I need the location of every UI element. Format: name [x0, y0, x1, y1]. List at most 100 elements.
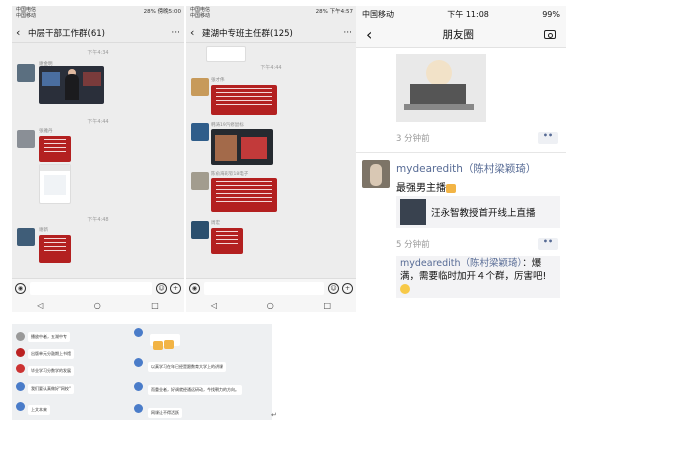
avatar [134, 328, 143, 337]
article-card[interactable] [39, 136, 71, 162]
avatar [17, 64, 35, 82]
article-card[interactable] [211, 178, 277, 212]
recent-nav-icon[interactable]: □ [151, 301, 159, 310]
home-nav-icon[interactable]: ○ [94, 301, 101, 310]
avatar [16, 332, 25, 341]
back-icon[interactable]: ‹ [16, 26, 26, 39]
status-right: 28% 下午4:57 [315, 9, 353, 15]
input-bar: ◉ ☺ + [186, 278, 356, 298]
thumbs-up-icon [153, 340, 163, 350]
chat-bubble: 以真学习在年已经是跟数育大学上的讲课 [148, 362, 226, 372]
author-name[interactable]: mydearedith（陈村梁颖琦） [396, 161, 536, 176]
thumbs-up-icon [164, 340, 174, 349]
plus-icon[interactable]: + [342, 283, 353, 294]
sender-name: 张才伟 [211, 78, 225, 83]
more-icon[interactable]: ··· [171, 28, 180, 38]
chat-bubble: 我们要认真做好"网校" [28, 384, 74, 394]
sender-name: 陈俞海彩钦18电子 [211, 172, 249, 177]
clock: 下午 11:08 [447, 9, 489, 19]
more-actions-button[interactable]: •• [538, 238, 558, 250]
back-icon[interactable]: ‹ [366, 25, 372, 44]
avatar[interactable] [362, 160, 390, 188]
link-thumbnail [400, 199, 426, 225]
ios-status-bar: 中国移动 下午 11:08 99% [356, 6, 566, 22]
chat-title: 中层干部工作群(61) [28, 28, 105, 39]
moments-header: ‹ 朋友圈 [356, 22, 566, 48]
video-message[interactable] [39, 66, 104, 104]
thumbs-up-icon [446, 183, 456, 193]
post-time: 5 分钟前 [396, 240, 430, 250]
screenshot-message[interactable] [206, 46, 246, 62]
smile-emoji-icon [400, 283, 410, 294]
plus-icon[interactable]: + [170, 283, 181, 294]
battery: 99% [542, 9, 560, 19]
image-message[interactable] [211, 129, 273, 165]
avatar [134, 404, 143, 413]
link-title: 汪永智教授首开线上直播 [431, 208, 536, 219]
article-card[interactable] [211, 85, 277, 115]
more-actions-button[interactable]: •• [538, 132, 558, 144]
avatar [191, 78, 209, 96]
android-nav-bar: ◁ ○ □ [12, 298, 184, 312]
avatar [191, 172, 209, 190]
avatar [134, 358, 143, 367]
shared-link-card[interactable]: 汪永智教授首开线上直播 [396, 196, 560, 228]
article-card[interactable] [211, 228, 243, 254]
sender-name: 张雅丹 [39, 129, 53, 134]
recent-nav-icon[interactable]: □ [324, 301, 332, 310]
voice-icon[interactable]: ◉ [15, 283, 26, 294]
emoji-icon[interactable]: ☺ [156, 283, 167, 294]
message-input[interactable] [204, 282, 324, 295]
sender-name: 谢新 [39, 228, 48, 233]
chat-bubble: 上文本来 [28, 405, 50, 415]
back-nav-icon[interactable]: ◁ [37, 301, 43, 310]
chat-bubble: 毕业学习分数学的发展 [28, 366, 74, 376]
avatar [191, 123, 209, 141]
avatar [16, 364, 25, 373]
more-icon[interactable]: ··· [343, 28, 352, 38]
timestamp: 下午4:44 [87, 119, 109, 125]
article-card[interactable] [39, 235, 71, 263]
camera-icon[interactable] [544, 30, 556, 39]
post-time: 3 分钟前 [396, 134, 430, 144]
carrier: 中国移动 [362, 9, 394, 19]
status-right: 28% 傍晚5:00 [143, 9, 181, 15]
voice-icon[interactable]: ◉ [189, 283, 200, 294]
sticker-image[interactable] [396, 54, 486, 122]
avatar [16, 348, 25, 357]
chat-screenshot-3: 播放中者，五湖中专 出版单元分鼓期上书馆 毕业学习分数学的发展 我们要认真做好"… [12, 324, 272, 420]
emoji-icon[interactable]: ☺ [328, 283, 339, 294]
timestamp: 下午4:34 [87, 50, 109, 56]
timestamp: 下午4:44 [260, 65, 282, 71]
avatar [191, 221, 209, 239]
comment-author[interactable]: mydearedith（陈村梁颖琦） [400, 258, 522, 269]
avatar [134, 382, 143, 391]
moments-screenshot: 中国移动 下午 11:08 99% ‹ 朋友圈 3 分钟前 •• mydeare… [356, 6, 566, 306]
avatar [16, 382, 25, 391]
input-bar: ◉ ☺ + [12, 278, 184, 298]
return-mark: ↵ [271, 411, 277, 419]
comment: mydearedith（陈村梁颖琦）：爆满，需要临时加开４个群，厉害吧! [396, 256, 560, 298]
avatar [17, 228, 35, 246]
chat-title: 建湖中专班主任群(125) [202, 28, 293, 39]
status-bar: 中国电信 中国移动 28% 傍晚5:00 [16, 7, 181, 19]
sender-name: 韩涛19汽修鼠标 [211, 123, 244, 128]
message-input[interactable] [30, 282, 152, 295]
screenshot-message[interactable] [39, 164, 71, 204]
home-nav-icon[interactable]: ○ [267, 301, 274, 310]
post-text: 最强男主播 [396, 179, 456, 194]
chat-screenshot-2: 中国电信 中国移动 28% 下午4:57 ‹ 建湖中专班主任群(125) ··· … [186, 6, 356, 312]
page-title: 朋友圈 [442, 29, 474, 41]
chat-bubble: 网课让不得活跃 [148, 408, 182, 418]
back-nav-icon[interactable]: ◁ [211, 301, 217, 310]
chat-bubble: 出版单元分鼓期上书馆 [28, 349, 74, 359]
status-bar: 中国电信 中国移动 28% 下午4:57 [190, 7, 353, 19]
sender-name: 周宏 [211, 221, 220, 226]
avatar [17, 130, 35, 148]
android-nav-bar: ◁ ○ □ [186, 298, 356, 312]
timestamp: 下午4:48 [87, 217, 109, 223]
chat-screenshot-1: 中国电信 中国移动 28% 傍晚5:00 ‹ 中层干部工作群(61) ··· 下午… [12, 6, 184, 312]
back-icon[interactable]: ‹ [190, 26, 200, 39]
chat-header: ‹ 建湖中专班主任群(125) ··· [186, 23, 356, 43]
chat-bubble: 播放中者，五湖中专 [28, 332, 70, 342]
